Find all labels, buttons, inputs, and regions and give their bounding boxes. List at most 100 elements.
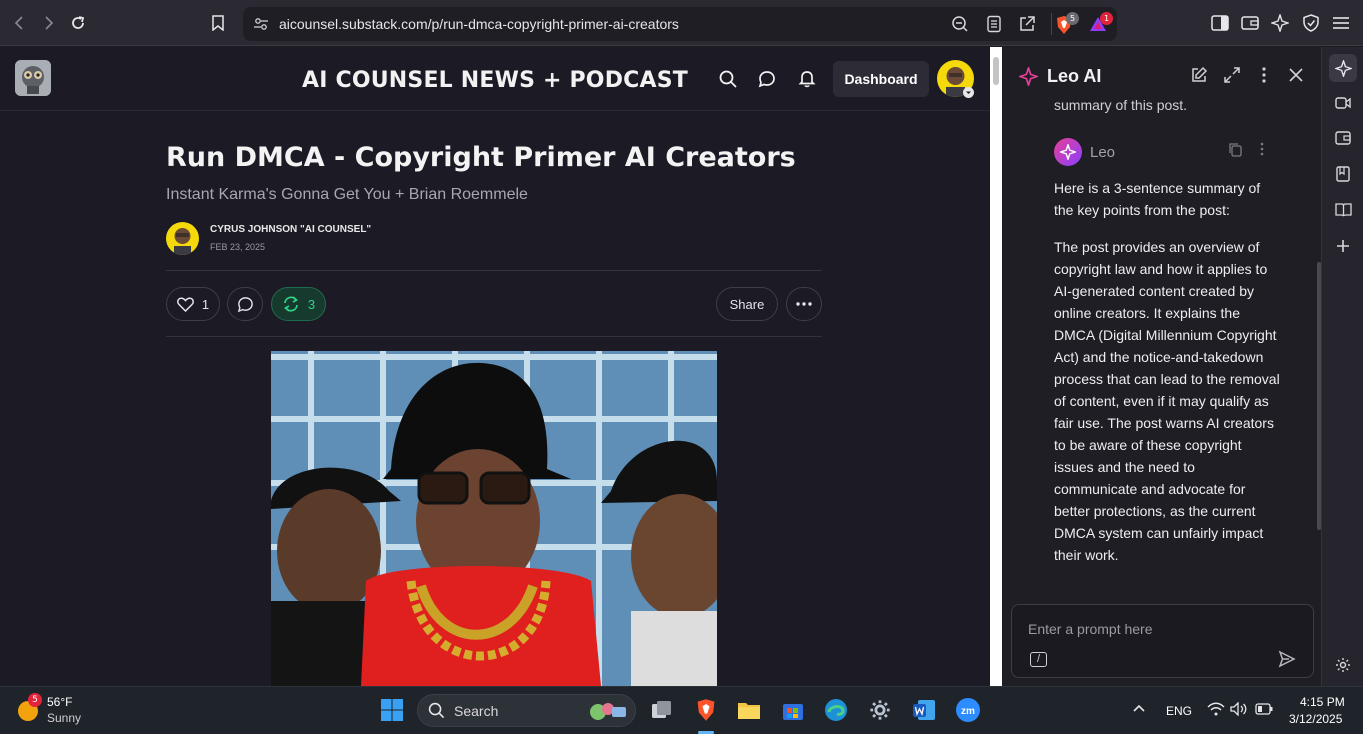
chat-icon[interactable] — [758, 70, 776, 88]
avatar-dropdown[interactable] — [963, 87, 974, 98]
rewards-count-badge: 1 — [1100, 12, 1113, 25]
like-count: 1 — [201, 296, 210, 312]
divider — [1051, 13, 1052, 35]
like-button[interactable]: 1 — [166, 287, 220, 321]
sidebar-toggle-icon[interactable] — [1208, 11, 1232, 35]
leo-logo-icon — [1019, 67, 1038, 86]
slash-commands-icon[interactable]: / — [1030, 652, 1047, 667]
post-date: FEB 23, 2025 — [210, 242, 266, 252]
share-page-icon[interactable] — [1018, 15, 1036, 33]
sidebar-add-icon[interactable] — [1331, 234, 1355, 258]
notifications-icon[interactable] — [798, 69, 816, 88]
author-name[interactable]: CYRUS JOHNSON "AI COUNSEL" — [210, 224, 371, 235]
svg-text:zm: zm — [961, 706, 975, 717]
divider — [166, 270, 822, 271]
leo-panel-title: Leo AI — [1047, 66, 1102, 86]
zoom-icon[interactable] — [951, 15, 969, 33]
share-button[interactable]: Share — [716, 287, 778, 321]
comment-icon — [237, 296, 253, 312]
file-explorer-icon[interactable] — [735, 696, 763, 724]
language-indicator[interactable]: ENG — [1166, 704, 1192, 718]
page-scrollbar-thumb[interactable] — [993, 57, 999, 85]
zoom-app-icon[interactable]: zm — [954, 696, 982, 724]
vpn-icon[interactable] — [1299, 11, 1323, 35]
restack-button[interactable]: 3 — [271, 287, 326, 321]
address-bar[interactable]: aicounsel.substack.com/p/run-dmca-copyri… — [243, 7, 1117, 41]
expand-icon[interactable] — [1223, 66, 1241, 84]
brave-shields-icon[interactable]: 5 — [1055, 12, 1079, 35]
new-chat-icon[interactable] — [1190, 66, 1208, 84]
menu-icon[interactable] — [1329, 11, 1353, 35]
ellipsis-icon — [796, 302, 812, 306]
browser-toolbar: aicounsel.substack.com/p/run-dmca-copyri… — [0, 0, 1363, 46]
send-icon[interactable] — [1278, 650, 1296, 668]
wifi-icon[interactable] — [1207, 702, 1225, 716]
message-menu-icon[interactable] — [1260, 142, 1264, 156]
store-icon[interactable] — [779, 696, 807, 724]
close-icon[interactable] — [1288, 67, 1304, 83]
copy-icon[interactable] — [1228, 142, 1242, 157]
author-avatar[interactable] — [166, 222, 199, 255]
settings-icon[interactable] — [866, 696, 894, 724]
taskbar-search[interactable]: Search — [417, 694, 636, 727]
prompt-input[interactable] — [1028, 619, 1268, 639]
sidebar-settings-icon[interactable] — [1331, 653, 1355, 677]
search-icon — [428, 702, 445, 719]
leo-avatar-icon — [1054, 138, 1082, 166]
previous-message-tail: summary of this post. — [1054, 97, 1188, 113]
start-icon[interactable] — [378, 696, 406, 724]
brave-taskbar-icon[interactable] — [692, 696, 720, 724]
search-highlight-icon — [586, 699, 630, 723]
shields-count-badge: 5 — [1066, 12, 1079, 25]
divider — [166, 336, 822, 337]
weather-temp[interactable]: 56°F — [47, 695, 72, 709]
leo-menu-icon[interactable] — [1261, 66, 1267, 84]
sidebar-wallet-icon[interactable] — [1331, 126, 1355, 150]
url-text[interactable]: aicounsel.substack.com/p/run-dmca-copyri… — [279, 16, 679, 32]
brave-rewards-icon[interactable]: 1 — [1089, 12, 1113, 33]
sidebar-talk-icon[interactable] — [1331, 91, 1355, 115]
page-scrollbar[interactable] — [990, 47, 1002, 686]
message-sender: Leo — [1090, 144, 1116, 161]
response-paragraph: Here is a 3-sentence summary of the key … — [1054, 180, 1261, 218]
restack-icon — [283, 296, 298, 312]
site-header: AI COUNSEL NEWS + PODCAST Dashboard — [0, 47, 990, 111]
post-title: Run DMCA - Copyright Primer AI Creators — [166, 142, 796, 173]
post-hero-image[interactable] — [271, 351, 717, 686]
more-options-button[interactable] — [786, 287, 822, 321]
search-icon[interactable] — [719, 70, 737, 88]
task-view-icon[interactable] — [648, 696, 676, 724]
forward-icon[interactable] — [36, 11, 60, 35]
sidebar-reading-list-icon[interactable] — [1331, 198, 1355, 222]
weather-icon[interactable]: 5 — [16, 693, 42, 723]
comment-button[interactable] — [227, 287, 263, 321]
post-subtitle: Instant Karma's Gonna Get You + Brian Ro… — [166, 186, 528, 203]
volume-icon[interactable] — [1230, 702, 1248, 716]
clock-time[interactable]: 4:15 PM — [1300, 695, 1345, 709]
reload-icon[interactable] — [66, 11, 90, 35]
leo-ai-panel: Leo AI summary of this post. Leo Here is… — [1003, 47, 1321, 686]
browser-sidebar — [1321, 47, 1363, 686]
wallet-icon[interactable] — [1238, 11, 1262, 35]
sidebar-bookmarks-icon[interactable] — [1331, 162, 1355, 186]
clock-date[interactable]: 3/12/2025 — [1289, 712, 1342, 726]
back-icon[interactable] — [8, 11, 32, 35]
web-page: AI COUNSEL NEWS + PODCAST Dashboard Run … — [0, 47, 990, 686]
tray-chevron-icon[interactable] — [1132, 703, 1146, 713]
word-icon[interactable] — [910, 696, 938, 724]
search-label: Search — [454, 703, 499, 719]
sidebar-leo-icon[interactable] — [1329, 54, 1357, 82]
prompt-box: / — [1011, 604, 1314, 678]
dashboard-button[interactable]: Dashboard — [833, 61, 929, 97]
weather-desc[interactable]: Sunny — [47, 711, 81, 725]
battery-icon[interactable] — [1255, 703, 1273, 715]
leo-response: Here is a 3-sentence summary of the key … — [1054, 177, 1282, 581]
weather-badge: 5 — [28, 693, 42, 707]
taskbar: 5 56°F Sunny Search zm ENG 4:15 PM 3/12/… — [0, 686, 1363, 734]
heart-icon — [176, 296, 194, 312]
reader-mode-icon[interactable] — [986, 15, 1002, 33]
bookmark-icon[interactable] — [206, 11, 230, 35]
leo-ai-icon[interactable] — [1268, 11, 1292, 35]
site-info-icon[interactable] — [253, 16, 269, 32]
edge-icon[interactable] — [822, 696, 850, 724]
